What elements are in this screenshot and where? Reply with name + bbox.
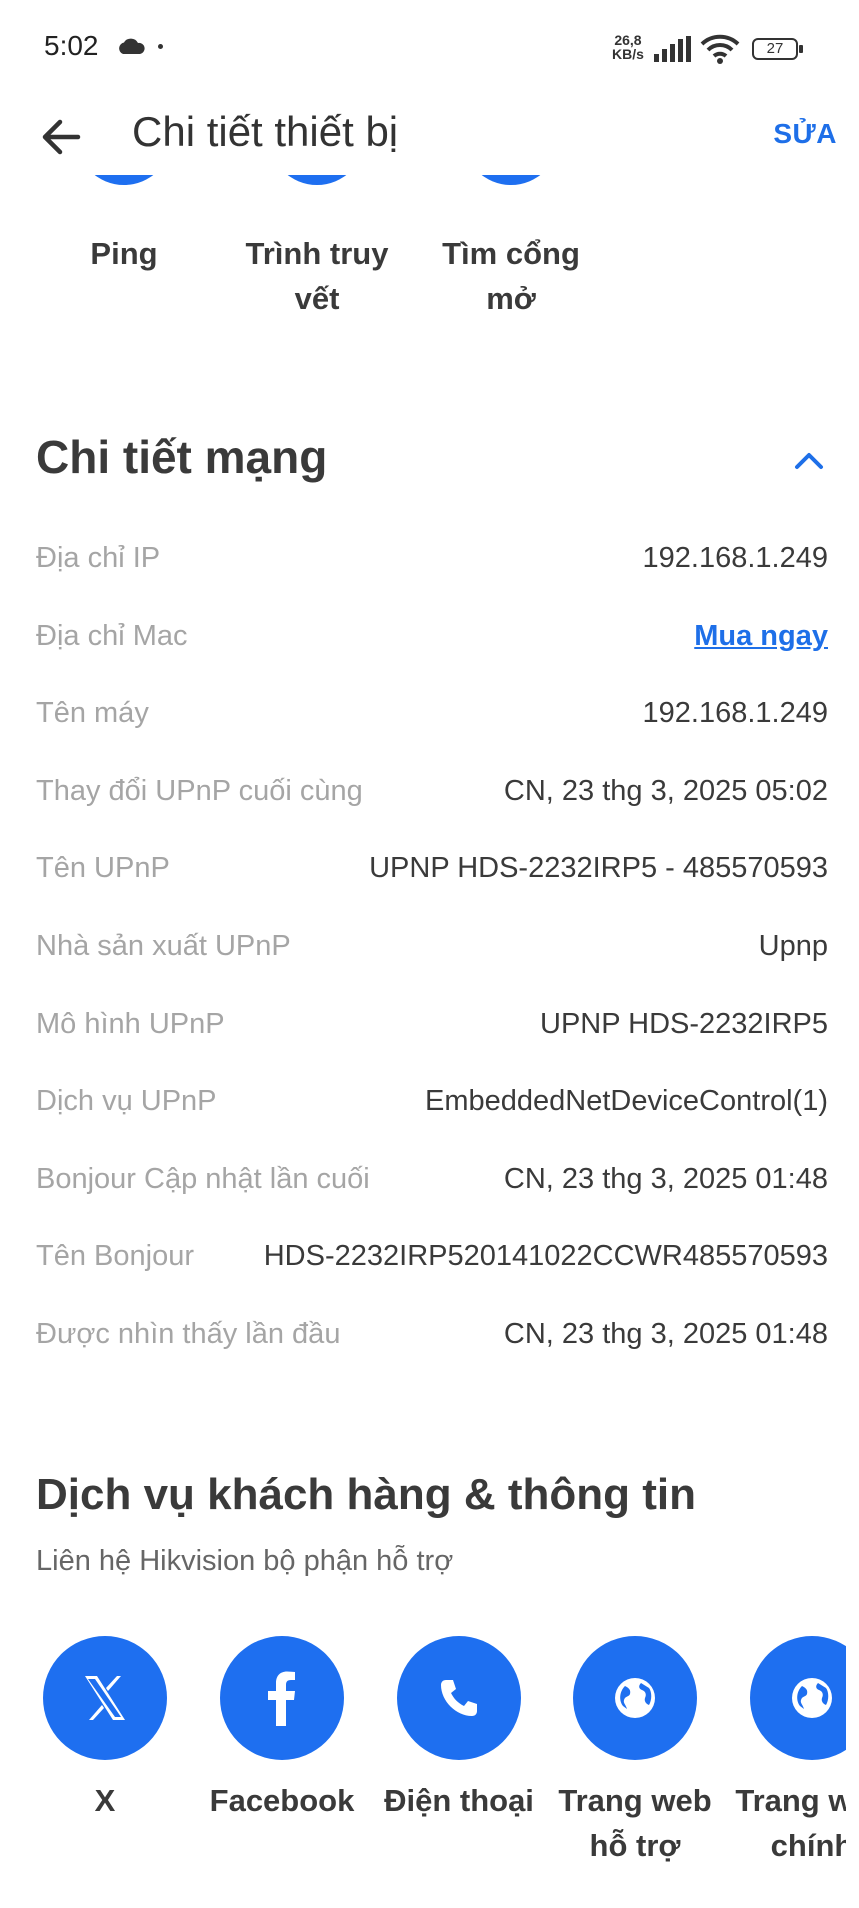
detail-row-upnp-name: Tên UPnP UPNP HDS-2232IRP5 - 485570593 [36, 840, 828, 918]
detail-row-first-seen: Được nhìn thấy lần đầu CN, 23 thg 3, 202… [36, 1306, 828, 1384]
contact-label: Facebook [209, 1783, 355, 1818]
detail-row-upnp-service: Dịch vụ UPnP EmbeddedNetDeviceControl(1) [36, 1073, 828, 1151]
battery-icon: 27 [752, 38, 803, 60]
network-details-list: Địa chỉ IP 192.168.1.249 Địa chỉ Mac Mua… [36, 530, 828, 1384]
cloud-icon [119, 38, 145, 54]
detail-value: UPNP HDS-2232IRP5 - 485570593 [369, 852, 828, 885]
status-bar: 5:02 26,8 KB/s 27 [0, 0, 859, 96]
network-speed-unit: KB/s [612, 46, 644, 62]
contact-label: Điện thoại [384, 1783, 534, 1818]
edit-button[interactable]: SỬA [773, 118, 837, 150]
phone-icon [397, 1636, 521, 1760]
tool-label: Ping [90, 236, 158, 271]
detail-row-mac: Địa chỉ Mac Mua ngay [36, 608, 828, 686]
detail-label: Mô hình UPnP [36, 1007, 225, 1040]
customer-service-title: Dịch vụ khách hàng & thông tin [36, 1470, 696, 1519]
back-arrow-icon[interactable] [34, 110, 88, 164]
contact-x[interactable]: X [17, 1636, 193, 1823]
ping-icon [76, 175, 172, 185]
detail-row-ip: Địa chỉ IP 192.168.1.249 [36, 530, 828, 608]
detail-label: Tên máy [36, 697, 149, 730]
detail-value: 192.168.1.249 [642, 542, 828, 574]
detail-label: Bonjour Cập nhật lần cuối [36, 1162, 370, 1195]
detail-value: CN, 23 thg 3, 2025 01:48 [503, 1317, 828, 1350]
network-speed-value: 26,8 [614, 32, 642, 48]
contact-main-website[interactable]: Trang web chính [724, 1636, 846, 1868]
open-ports-icon [463, 175, 559, 185]
detail-row-hostname: Tên máy 192.168.1.249 [36, 685, 828, 763]
detail-row-bonjour-updated: Bonjour Cập nhật lần cuối CN, 23 thg 3, … [36, 1151, 828, 1229]
contact-label: X [94, 1783, 116, 1818]
wifi-icon [700, 34, 740, 64]
detail-label: Địa chỉ IP [36, 542, 161, 574]
detail-value: CN, 23 thg 3, 2025 05:02 [503, 774, 828, 807]
contact-phone[interactable]: Điện thoại [371, 1636, 547, 1823]
contact-label: Trang web chính [735, 1783, 846, 1863]
contact-facebook[interactable]: Facebook [194, 1636, 370, 1823]
customer-service-subtitle: Liên hệ Hikvision bộ phận hỗ trợ [36, 1545, 454, 1577]
tool-shortcuts: Ping Trình truy vết Tìm cổng mở [0, 175, 859, 325]
detail-value: 192.168.1.249 [642, 697, 828, 730]
buy-now-link[interactable]: Mua ngay [694, 620, 828, 653]
detail-label: Địa chỉ Mac [36, 619, 188, 652]
tool-label: Tìm cổng mở [442, 236, 580, 316]
x-logo-icon [43, 1636, 167, 1760]
network-speed: 26,8 KB/s [612, 33, 644, 61]
traceroute-icon [269, 175, 365, 185]
contact-label: Trang web hỗ trợ [558, 1783, 712, 1863]
signal-icon [654, 36, 691, 62]
facebook-icon [220, 1636, 344, 1760]
globe-icon [750, 1636, 846, 1760]
detail-value: UPNP HDS-2232IRP5 [540, 1007, 828, 1040]
detail-value: EmbeddedNetDeviceControl(1) [425, 1085, 828, 1118]
detail-row-upnp-manufacturer: Nhà sản xuất UPnP Upnp [36, 918, 828, 996]
detail-label: Tên Bonjour [36, 1240, 194, 1273]
detail-row-upnp-last-change: Thay đổi UPnP cuối cùng CN, 23 thg 3, 20… [36, 763, 828, 841]
detail-label: Nhà sản xuất UPnP [36, 929, 291, 962]
status-time: 5:02 [44, 30, 99, 61]
detail-value: CN, 23 thg 3, 2025 01:48 [503, 1162, 828, 1195]
detail-row-upnp-model: Mô hình UPnP UPNP HDS-2232IRP5 [36, 996, 828, 1074]
notification-dot-icon [158, 44, 163, 49]
detail-value: Upnp [758, 929, 828, 962]
detail-label: Dịch vụ UPnP [36, 1085, 217, 1118]
detail-label: Thay đổi UPnP cuối cùng [36, 774, 363, 807]
detail-label: Tên UPnP [36, 852, 170, 885]
page-title: Chi tiết thiết bị [132, 108, 399, 155]
chevron-up-icon[interactable] [789, 440, 829, 480]
tool-label: Trình truy vết [245, 236, 389, 316]
contact-support-website[interactable]: Trang web hỗ trợ [547, 1636, 723, 1868]
network-details-title: Chi tiết mạng [36, 431, 328, 483]
detail-label: Được nhìn thấy lần đầu [36, 1317, 341, 1350]
contact-options: X Facebook Điện thoại Trang web hỗ trợ T… [0, 1636, 846, 1908]
detail-value: HDS-2232IRP520141022CCWR485570593 [263, 1240, 828, 1273]
globe-icon [573, 1636, 697, 1760]
detail-row-bonjour-name: Tên Bonjour HDS-2232IRP520141022CCWR4855… [36, 1228, 828, 1306]
